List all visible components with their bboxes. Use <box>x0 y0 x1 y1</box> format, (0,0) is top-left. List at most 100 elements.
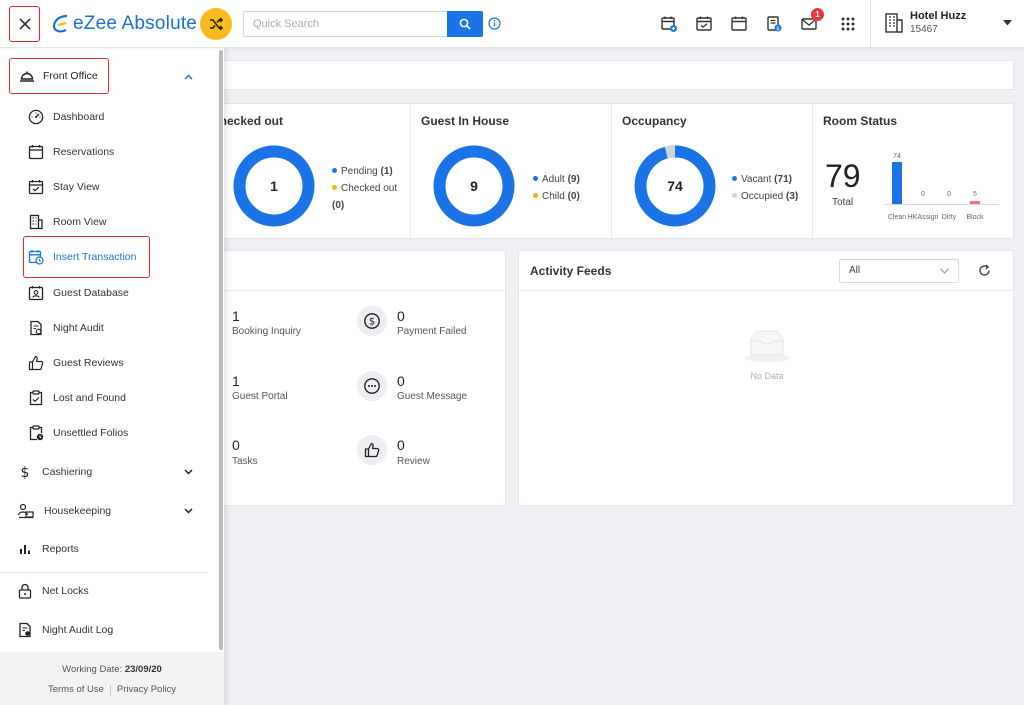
sidebar-item-label: Stay View <box>53 181 100 193</box>
lock-icon <box>18 583 32 599</box>
sidebar-footer: Working Date: 23/09/20 Terms of Use Priv… <box>0 652 224 705</box>
sidebar-item-stay-view[interactable]: Stay View <box>28 177 100 197</box>
svg-text:$: $ <box>369 317 375 328</box>
sidebar-group-night-audit-log[interactable]: Night Audit Log <box>17 619 113 641</box>
chart-value-label-hkassign: 0 <box>921 191 925 198</box>
empty-inbox-icon <box>744 330 790 362</box>
sidebar-item-room-view[interactable]: Room View <box>28 212 107 232</box>
review-label[interactable]: Review <box>397 456 430 467</box>
notifications-card-header <box>201 251 505 291</box>
svg-text:$: $ <box>21 465 30 480</box>
sidebar-item-night-audit[interactable]: Night Audit <box>28 318 104 338</box>
room-status-title: Room Status <box>823 114 898 128</box>
refresh-icon[interactable] <box>978 264 991 277</box>
sidebar-item-label: Unsettled Folios <box>53 427 129 439</box>
terms-of-use-link[interactable]: Terms of Use <box>42 684 110 696</box>
legend-occupied: Occupied (3) <box>732 188 798 205</box>
legend-vacant: Vacant (71) <box>732 171 798 188</box>
occupied-arc <box>664 145 676 159</box>
sidebar-item-guest-database[interactable]: Guest Database <box>28 283 129 303</box>
occupancy-donut: 74 <box>634 145 716 227</box>
switch-button[interactable] <box>200 8 232 40</box>
sidebar-scrollbar[interactable] <box>219 50 223 650</box>
guest-portal-count: 1 <box>232 373 240 389</box>
audit-file-icon <box>30 320 42 336</box>
calendar-icon <box>731 16 747 31</box>
sidebar-item-unsettled-folios[interactable]: Unsettled Folios <box>28 423 128 443</box>
checked-out-donut: 1 <box>233 145 315 227</box>
hotel-divider <box>870 0 871 48</box>
sidebar-item-lost-and-found[interactable]: Lost and Found <box>28 388 126 408</box>
sidebar-item-guest-reviews[interactable]: Guest Reviews <box>28 353 124 373</box>
payment-failed-label[interactable]: Payment Failed <box>397 326 466 337</box>
calendar-check-icon <box>696 16 712 31</box>
search-button[interactable] <box>447 11 483 37</box>
reservations-button[interactable] <box>728 13 750 35</box>
chevron-up-icon[interactable] <box>184 74 193 80</box>
messages-button[interactable]: 1 <box>798 8 824 35</box>
sidebar-group-housekeeping[interactable]: Housekeeping <box>17 500 111 522</box>
activity-feeds-card: Activity Feeds All No Data <box>518 250 1014 506</box>
working-date: Working Date: 23/09/20 <box>62 664 162 675</box>
sidebar-group-label: Night Audit Log <box>42 624 114 636</box>
sidebar-item-insert-transaction[interactable]: Insert Transaction <box>28 247 136 267</box>
hotel-selector[interactable]: Hotel Huzz 15467 <box>884 10 966 36</box>
sidebar-item-label: Dashboard <box>53 111 105 123</box>
search-input[interactable] <box>243 11 447 37</box>
guest-message-count: 0 <box>397 373 405 389</box>
dollar-circle-icon: $ <box>364 313 380 329</box>
caret-down-icon[interactable] <box>1003 20 1012 26</box>
sidebar-group-label: Reports <box>42 543 79 555</box>
chart-value-label-clean: 74 <box>893 153 901 160</box>
guest-portal-label[interactable]: Guest Portal <box>232 391 288 402</box>
checked-out-center-value: 1 <box>270 178 278 194</box>
gauge-icon <box>28 109 44 125</box>
building-icon <box>885 13 903 33</box>
chevron-down-icon[interactable] <box>184 508 193 514</box>
chevron-down-icon[interactable] <box>184 469 193 475</box>
checked-out-legend: Pending (1) Checked out (0) <box>332 163 397 214</box>
guest-in-house-title: Guest In House <box>421 114 510 128</box>
info-icon[interactable] <box>488 17 501 30</box>
chart-category-label-clean: Clean <box>888 214 906 221</box>
occupancy-card: Occupancy 74 Vacant (71) Occupied (3) <box>612 104 813 240</box>
guest-in-house-legend: Adult (9) Child (0) <box>533 171 580 205</box>
clipboard-check-icon <box>29 390 43 406</box>
contact-card-icon <box>28 286 44 301</box>
building-icon <box>29 214 43 230</box>
chart-category-label-block: Block <box>966 214 984 221</box>
sidebar-item-label: Night Audit <box>53 322 104 334</box>
sidebar-item-label: Reservations <box>53 146 115 158</box>
activity-filter-select[interactable]: All <box>839 259 959 283</box>
stay-view-button[interactable] <box>693 13 715 35</box>
room-status-total-label: Total <box>832 197 854 208</box>
clipboard-clock-icon <box>29 425 44 441</box>
legend-child: Child (0) <box>533 188 580 205</box>
tasks-label[interactable]: Tasks <box>232 456 258 467</box>
sidebar-group-cashiering[interactable]: $ Cashiering <box>17 461 93 483</box>
dashboard-header-strip <box>200 60 1014 90</box>
new-reservation-button[interactable] <box>658 13 680 35</box>
apps-menu-button[interactable] <box>837 13 859 35</box>
sidebar-item-reservations[interactable]: Reservations <box>28 142 114 162</box>
privacy-policy-link[interactable]: Privacy Policy <box>111 684 182 696</box>
invoice-button[interactable]: $ <box>763 13 785 35</box>
svg-text:$: $ <box>776 26 780 32</box>
sidebar-item-dashboard[interactable]: Dashboard <box>28 107 104 127</box>
room-status-total: 79 <box>825 158 861 194</box>
notifications-card: 1 Booking Inquiry $ 0 Payment Failed 1 G… <box>200 250 506 506</box>
calendar-clock-icon <box>28 250 44 265</box>
booking-inquiry-label[interactable]: Booking Inquiry <box>232 326 301 337</box>
sidebar-group-reports[interactable]: Reports <box>17 538 79 560</box>
housekeeping-icon <box>17 503 34 519</box>
sidebar-group-net-locks[interactable]: Net Locks <box>17 580 89 602</box>
sidebar-group-front-office[interactable]: Front Office <box>9 58 109 94</box>
guest-message-label[interactable]: Guest Message <box>397 391 467 402</box>
app-logo[interactable]: eZee Absolute <box>52 11 197 37</box>
dollar-icon: $ <box>21 465 30 480</box>
sidebar: Front Office Dashboard Reservations Stay… <box>0 48 224 705</box>
sidebar-item-label: Insert Transaction <box>53 251 137 263</box>
activity-feeds-title: Activity Feeds <box>530 264 612 278</box>
close-menu-button[interactable] <box>9 6 40 42</box>
chart-bar-block <box>970 201 980 204</box>
